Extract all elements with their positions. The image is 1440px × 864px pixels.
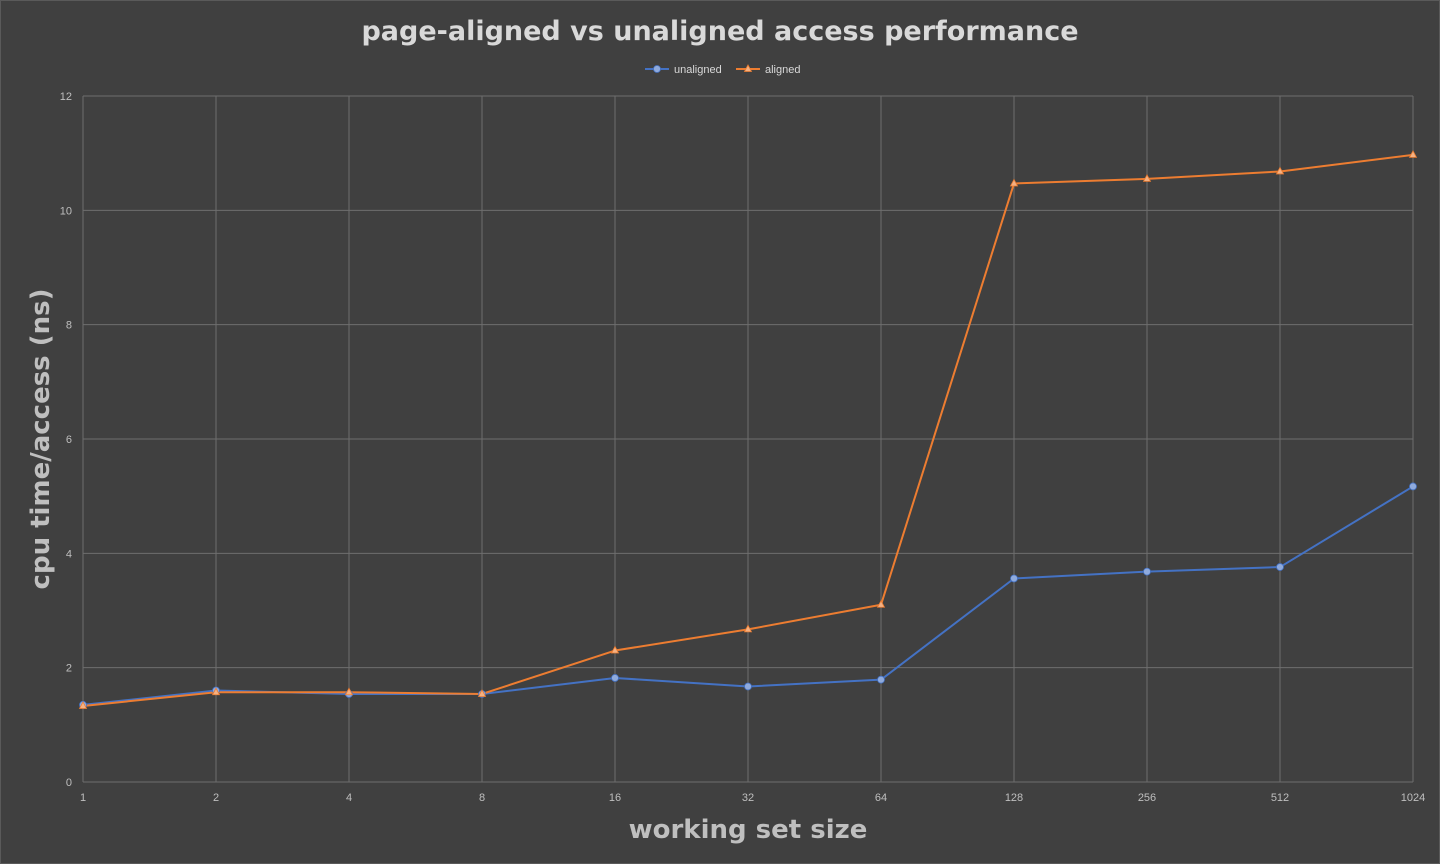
legend-marker	[653, 65, 661, 73]
x-tick-label: 32	[742, 792, 754, 804]
data-point-unaligned	[1143, 567, 1151, 576]
data-point-unaligned	[1010, 574, 1018, 583]
x-tick-label: 1	[80, 792, 86, 804]
x-tick-label: 512	[1271, 792, 1289, 804]
y-tick-label: 10	[60, 205, 72, 217]
y-tick-label: 0	[66, 777, 72, 789]
y-axis-title: cpu time/access (ns)	[26, 289, 56, 590]
x-tick-label: 1024	[1401, 792, 1425, 804]
y-tick-label: 4	[66, 548, 72, 560]
y-tick-label: 12	[60, 91, 72, 103]
legend-label: unaligned	[674, 64, 722, 76]
data-point-unaligned	[1409, 482, 1417, 491]
x-tick-label: 8	[479, 792, 485, 804]
line-chart: page-aligned vs unaligned access perform…	[0, 0, 1440, 864]
y-tick-label: 8	[66, 320, 72, 332]
legend-label: aligned	[765, 64, 800, 76]
chart-container: page-aligned vs unaligned access perform…	[0, 0, 1440, 864]
chart-title: page-aligned vs unaligned access perform…	[361, 16, 1078, 47]
y-tick-label: 2	[66, 663, 72, 675]
x-axis-title: working set size	[629, 815, 868, 845]
data-point-unaligned	[611, 674, 619, 682]
x-tick-label: 256	[1138, 792, 1156, 804]
x-tick-label: 2	[213, 792, 219, 804]
x-tick-label: 16	[609, 792, 621, 804]
x-tick-label: 4	[346, 792, 352, 804]
x-tick-label: 128	[1005, 792, 1023, 804]
data-point-unaligned	[744, 682, 752, 691]
data-point-unaligned	[1276, 563, 1284, 571]
x-tick-label: 64	[875, 792, 887, 804]
data-point-unaligned	[877, 675, 885, 684]
y-tick-label: 6	[66, 434, 72, 446]
